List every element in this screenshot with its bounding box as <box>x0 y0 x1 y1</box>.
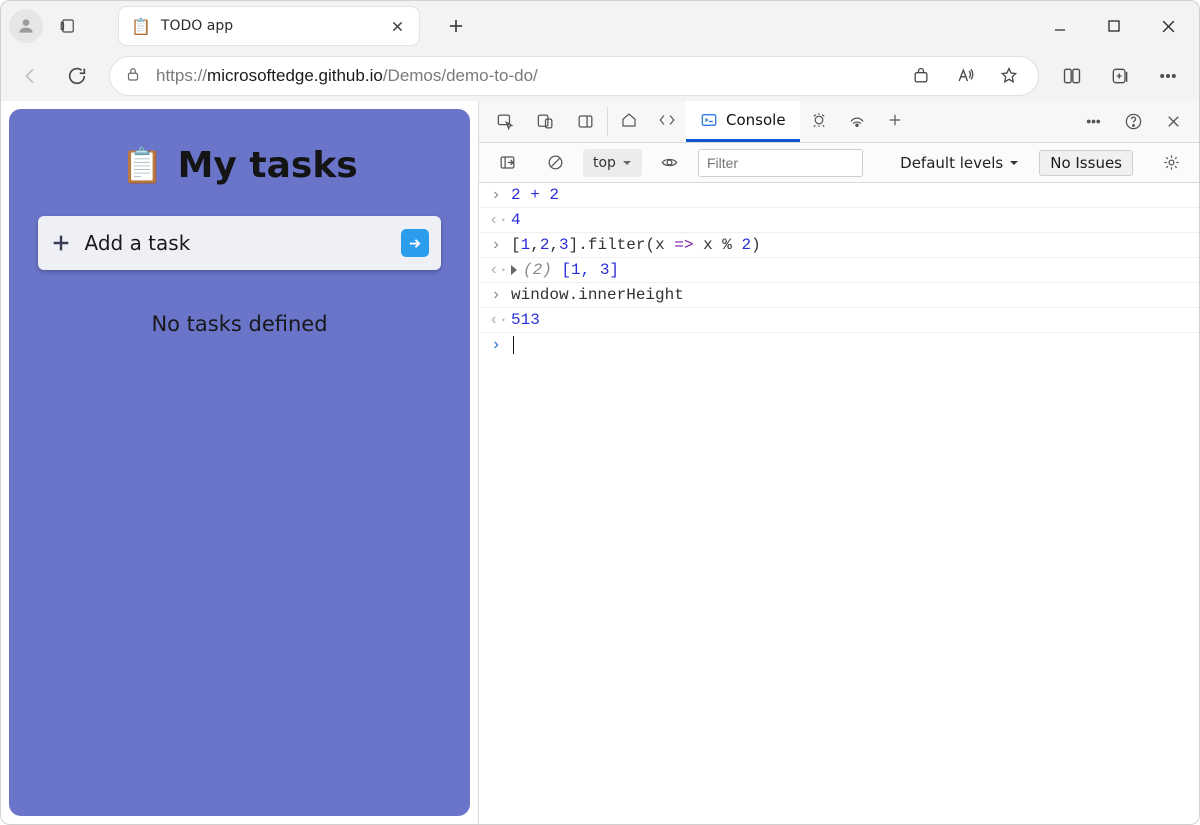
todo-app: 📋 My tasks Add a task No tasks defined <box>9 109 470 816</box>
tab-elements[interactable] <box>648 101 686 142</box>
live-expression-icon[interactable] <box>650 153 690 172</box>
collections-icon[interactable] <box>1105 61 1135 91</box>
split-screen-icon[interactable] <box>1057 61 1087 91</box>
close-tab-button[interactable] <box>387 16 407 36</box>
tab-more[interactable] <box>876 101 914 142</box>
tab-strip: 📋 TODO app <box>1 1 1199 51</box>
close-window-button[interactable] <box>1145 6 1191 46</box>
webpage-viewport: 📋 My tasks Add a task No tasks defined <box>1 101 478 824</box>
maximize-button[interactable] <box>1091 6 1137 46</box>
settings-menu-icon[interactable] <box>1153 61 1183 91</box>
console-filter-input[interactable] <box>698 149 863 177</box>
url-text: https://microsoftedge.github.io/Demos/de… <box>156 66 892 86</box>
browser-tab[interactable]: 📋 TODO app <box>119 7 419 45</box>
favorite-icon[interactable] <box>994 61 1024 91</box>
devtools-tabbar: Console <box>479 101 1199 143</box>
page-title: 📋 My tasks <box>121 145 357 186</box>
clear-console-icon[interactable] <box>535 153 575 172</box>
lock-icon <box>124 65 142 87</box>
console-output-row: ‹· 4 <box>479 208 1199 233</box>
devtools-more-icon[interactable] <box>1073 101 1113 142</box>
tab-network[interactable] <box>838 101 876 142</box>
read-aloud-icon[interactable] <box>950 61 980 91</box>
browser-window: 📋 TODO app <box>0 0 1200 825</box>
devtools-help-icon[interactable] <box>1113 101 1153 142</box>
issues-button[interactable]: No Issues <box>1039 150 1133 176</box>
toggle-sidebar-icon[interactable] <box>487 153 527 172</box>
console-input-row: › window.innerHeight <box>479 283 1199 308</box>
tab-actions-button[interactable] <box>51 9 85 43</box>
expand-icon[interactable] <box>511 265 517 275</box>
issues-label: No Issues <box>1050 154 1122 172</box>
back-button[interactable] <box>17 62 45 90</box>
log-levels-select[interactable]: Default levels <box>900 154 1019 172</box>
page-heading-text: My tasks <box>178 145 358 186</box>
device-toolbar-icon[interactable] <box>525 112 565 131</box>
tab-sources[interactable] <box>800 101 838 142</box>
console-toolbar: top Default levels No Issues <box>479 143 1199 183</box>
devtools-panel: Console top Default <box>478 101 1199 824</box>
content-area: 📋 My tasks Add a task No tasks defined <box>1 101 1199 824</box>
shopping-icon[interactable] <box>906 61 936 91</box>
minimize-button[interactable] <box>1037 6 1083 46</box>
tab-console-label: Console <box>726 111 786 129</box>
tab-welcome[interactable] <box>610 101 648 142</box>
console-prompt-row[interactable]: › <box>479 333 1199 357</box>
tab-title: TODO app <box>161 18 377 34</box>
console-input-row: › [1,2,3].filter(x => x % 2) <box>479 233 1199 258</box>
devtools-close-icon[interactable] <box>1153 101 1193 142</box>
submit-task-button[interactable] <box>401 229 429 257</box>
clipboard-icon: 📋 <box>131 17 151 36</box>
add-task-placeholder: Add a task <box>84 231 388 255</box>
execution-context-select[interactable]: top <box>583 149 642 177</box>
tab-console[interactable]: Console <box>686 101 800 142</box>
inspect-element-icon[interactable] <box>485 112 525 131</box>
console-settings-icon[interactable] <box>1151 153 1191 172</box>
console-output[interactable]: › 2 + 2 ‹· 4 › [1,2,3].filter(x => x % 2… <box>479 183 1199 824</box>
refresh-button[interactable] <box>63 62 91 90</box>
console-output-row: ‹· 513 <box>479 308 1199 333</box>
clipboard-icon: 📋 <box>121 146 163 186</box>
add-task-input[interactable]: Add a task <box>38 216 440 270</box>
dock-side-icon[interactable] <box>565 112 605 131</box>
empty-state-text: No tasks defined <box>151 312 327 336</box>
browser-toolbar: https://microsoftedge.github.io/Demos/de… <box>1 51 1199 101</box>
profile-button[interactable] <box>9 9 43 43</box>
console-output-row[interactable]: ‹· (2) [1, 3] <box>479 258 1199 283</box>
new-tab-button[interactable] <box>439 9 473 43</box>
execution-context-label: top <box>593 155 616 171</box>
plus-icon <box>50 232 72 254</box>
log-levels-label: Default levels <box>900 154 1003 172</box>
text-cursor <box>513 336 514 354</box>
console-input-row: › 2 + 2 <box>479 183 1199 208</box>
address-bar[interactable]: https://microsoftedge.github.io/Demos/de… <box>109 56 1039 96</box>
